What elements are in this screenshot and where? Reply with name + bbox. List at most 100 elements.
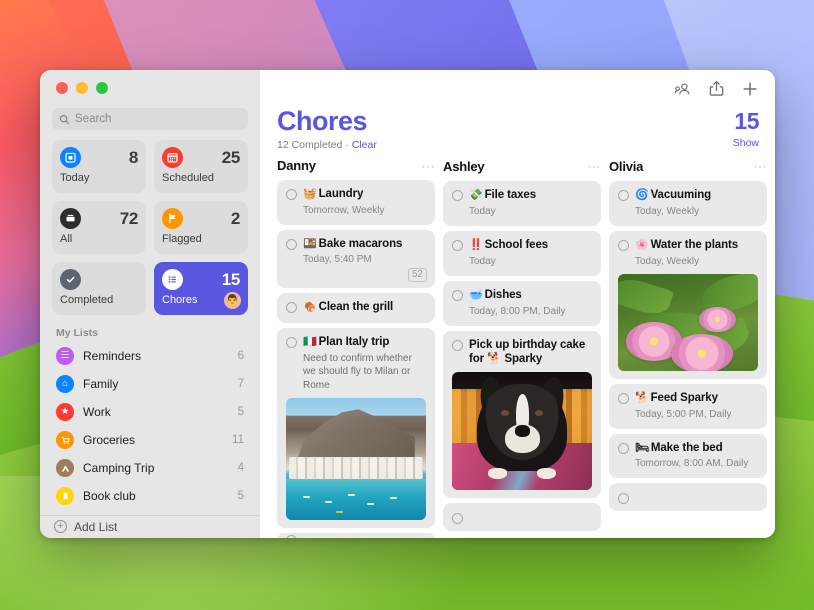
avatar: 👨 — [224, 292, 241, 309]
reminder-meta: Today, 5:40 PM — [286, 253, 426, 266]
column-menu-button[interactable]: ··· — [422, 160, 436, 172]
reminder-meta: Today, 5:00 PM, Daily — [618, 408, 758, 421]
bowl-emoji-icon: 🥣 — [469, 289, 483, 301]
flag-icon — [162, 208, 183, 229]
column-ashley: Ashley ··· 💸File taxes Today — [443, 155, 601, 538]
reminder-meta: Today, Weekly — [618, 205, 758, 218]
all-label: All — [60, 233, 138, 245]
new-reminder-placeholder[interactable] — [443, 503, 601, 531]
sidebar-item-groceries[interactable]: Groceries 11 — [48, 426, 252, 454]
minimize-button[interactable] — [76, 82, 88, 94]
flagged-count: 2 — [231, 209, 240, 229]
column-cards: 💸File taxes Today ‼️School fees Today — [443, 181, 601, 531]
reminder-card[interactable]: 🍱Bake macarons Today, 5:40 PM 52 — [277, 230, 435, 289]
reminder-title-text: File taxes — [485, 189, 536, 201]
share-icon[interactable] — [707, 80, 725, 98]
complete-checkbox[interactable] — [618, 240, 629, 251]
reminder-card[interactable]: 🧺Laundry Tomorrow, Weekly — [277, 180, 435, 225]
list-icon — [162, 269, 183, 290]
reminder-title-text: Laundry — [319, 188, 364, 200]
complete-checkbox[interactable] — [452, 513, 463, 524]
add-list-button[interactable]: + Add List — [40, 515, 260, 538]
list-count: 7 — [238, 378, 244, 390]
zoom-button[interactable] — [96, 82, 108, 94]
complete-checkbox[interactable] — [618, 393, 629, 404]
today-label: Today — [60, 172, 138, 184]
complete-checkbox[interactable] — [452, 340, 463, 351]
reminder-card[interactable]: ‼️School fees Today — [443, 231, 601, 276]
list-count: 6 — [238, 350, 244, 362]
reminder-card[interactable]: 🌸Water the plants Today, Weekly — [609, 231, 767, 379]
complete-checkbox[interactable] — [618, 493, 629, 504]
complete-checkbox[interactable] — [286, 239, 297, 250]
sidebar-item-reminders[interactable]: ☰ Reminders 6 — [48, 342, 252, 370]
reminder-card[interactable]: 💸File taxes Today — [443, 181, 601, 226]
complete-checkbox[interactable] — [618, 190, 629, 201]
search-input[interactable]: Search — [52, 108, 248, 130]
column-title: Ashley — [443, 159, 588, 174]
column-menu-button[interactable]: ··· — [754, 160, 768, 172]
complete-checkbox[interactable] — [286, 189, 297, 200]
reminders-window: Search 8 Today 25 — [40, 70, 775, 538]
list-count: 5 — [238, 406, 244, 418]
complete-checkbox[interactable] — [452, 290, 463, 301]
today-icon — [60, 147, 81, 168]
reminder-card[interactable]: Pick up birthday cake for 🐕 Sparky — [443, 331, 601, 499]
smart-list-chores[interactable]: 15 Chores 👨 — [154, 262, 248, 315]
search-container: Search — [40, 94, 260, 138]
smart-list-all[interactable]: 72 All — [52, 201, 146, 254]
column-menu-button[interactable]: ··· — [588, 160, 602, 172]
add-reminder-icon[interactable] — [741, 80, 759, 98]
chores-count: 15 — [222, 270, 240, 290]
smart-list-scheduled[interactable]: 25 Scheduled — [154, 140, 248, 193]
reminder-card[interactable]: 🌀Vacuuming Today, Weekly — [609, 181, 767, 226]
column-header: Olivia ··· — [609, 155, 767, 177]
reminder-title-text: Clean the grill — [319, 301, 394, 313]
reminder-card[interactable]: 🇮🇹Plan Italy trip Need to confirm whethe… — [277, 328, 435, 528]
complete-checkbox[interactable] — [286, 302, 297, 313]
complete-checkbox[interactable] — [452, 190, 463, 201]
bento-emoji-icon: 🍱 — [303, 238, 317, 250]
sidebar-item-family[interactable]: ⌂ Family 7 — [48, 370, 252, 398]
scheduled-count: 25 — [222, 148, 240, 168]
list-label: Groceries — [83, 433, 223, 447]
bed-emoji-icon: 🛏 — [635, 442, 649, 454]
photo-dog-paw-right — [537, 468, 555, 479]
reminder-attachment-image[interactable] — [452, 372, 592, 490]
sidebar-item-book-club[interactable]: Book club 5 — [48, 482, 252, 510]
new-reminder-placeholder[interactable] — [277, 533, 435, 538]
reminder-attachment-image[interactable] — [286, 398, 426, 520]
completed-count-text: 12 Completed — [277, 139, 342, 151]
sidebar-item-work[interactable]: ★ Work 5 — [48, 398, 252, 426]
list-label: Reminders — [83, 349, 229, 363]
complete-checkbox[interactable] — [452, 240, 463, 251]
reminder-title-text: School fees — [485, 239, 548, 251]
sidebar-item-camping-trip[interactable]: Camping Trip 4 — [48, 454, 252, 482]
photo-dog-nose — [515, 425, 530, 437]
list-icon: ☰ — [56, 347, 74, 365]
smart-list-today[interactable]: 8 Today — [52, 140, 146, 193]
reminder-note: Need to confirm whether we should fly to… — [286, 352, 426, 393]
reminder-meta: Today — [452, 205, 592, 218]
reminder-card[interactable]: 🛏Make the bed Tomorrow, 8:00 AM, Daily — [609, 434, 767, 479]
reminder-card[interactable]: 🥣Dishes Today, 8:00 PM, Daily — [443, 281, 601, 326]
list-count: 4 — [238, 462, 244, 474]
star-icon: ★ — [56, 403, 74, 421]
close-button[interactable] — [56, 82, 68, 94]
money-wings-emoji-icon: 💸 — [469, 189, 483, 201]
reminder-card[interactable]: 🐕Feed Sparky Today, 5:00 PM, Daily — [609, 384, 767, 429]
reminder-title: 🌀Vacuuming — [635, 188, 711, 203]
smart-list-completed[interactable]: Completed — [52, 262, 146, 315]
smart-list-flagged[interactable]: 2 Flagged — [154, 201, 248, 254]
shared-people-icon[interactable] — [673, 80, 691, 98]
reminder-meta: Tomorrow, Weekly — [286, 204, 426, 217]
clear-button[interactable]: Clear — [352, 139, 377, 151]
complete-checkbox[interactable] — [618, 443, 629, 454]
complete-checkbox[interactable] — [286, 535, 297, 538]
reminder-card[interactable]: 🍖Clean the grill — [277, 293, 435, 323]
new-reminder-placeholder[interactable] — [609, 483, 767, 511]
show-button[interactable]: Show — [733, 137, 759, 149]
column-header: Danny ··· — [277, 155, 435, 176]
reminder-attachment-image[interactable] — [618, 274, 758, 371]
complete-checkbox[interactable] — [286, 337, 297, 348]
